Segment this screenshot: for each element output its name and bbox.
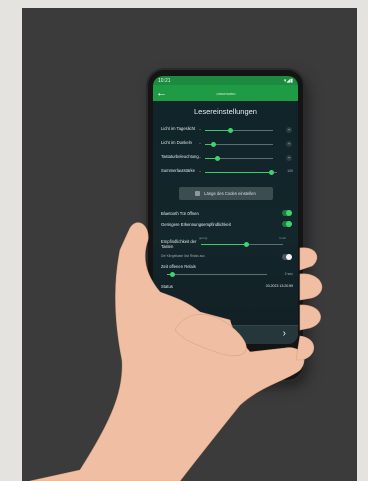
- finger-1-shape: [299, 247, 318, 271]
- hand-palm-shape: [29, 222, 305, 481]
- hand-illustration: [29, 222, 323, 481]
- finger-2-shape: [299, 273, 323, 301]
- finger-4-shape: [295, 335, 315, 361]
- finger-3-shape: [299, 304, 321, 331]
